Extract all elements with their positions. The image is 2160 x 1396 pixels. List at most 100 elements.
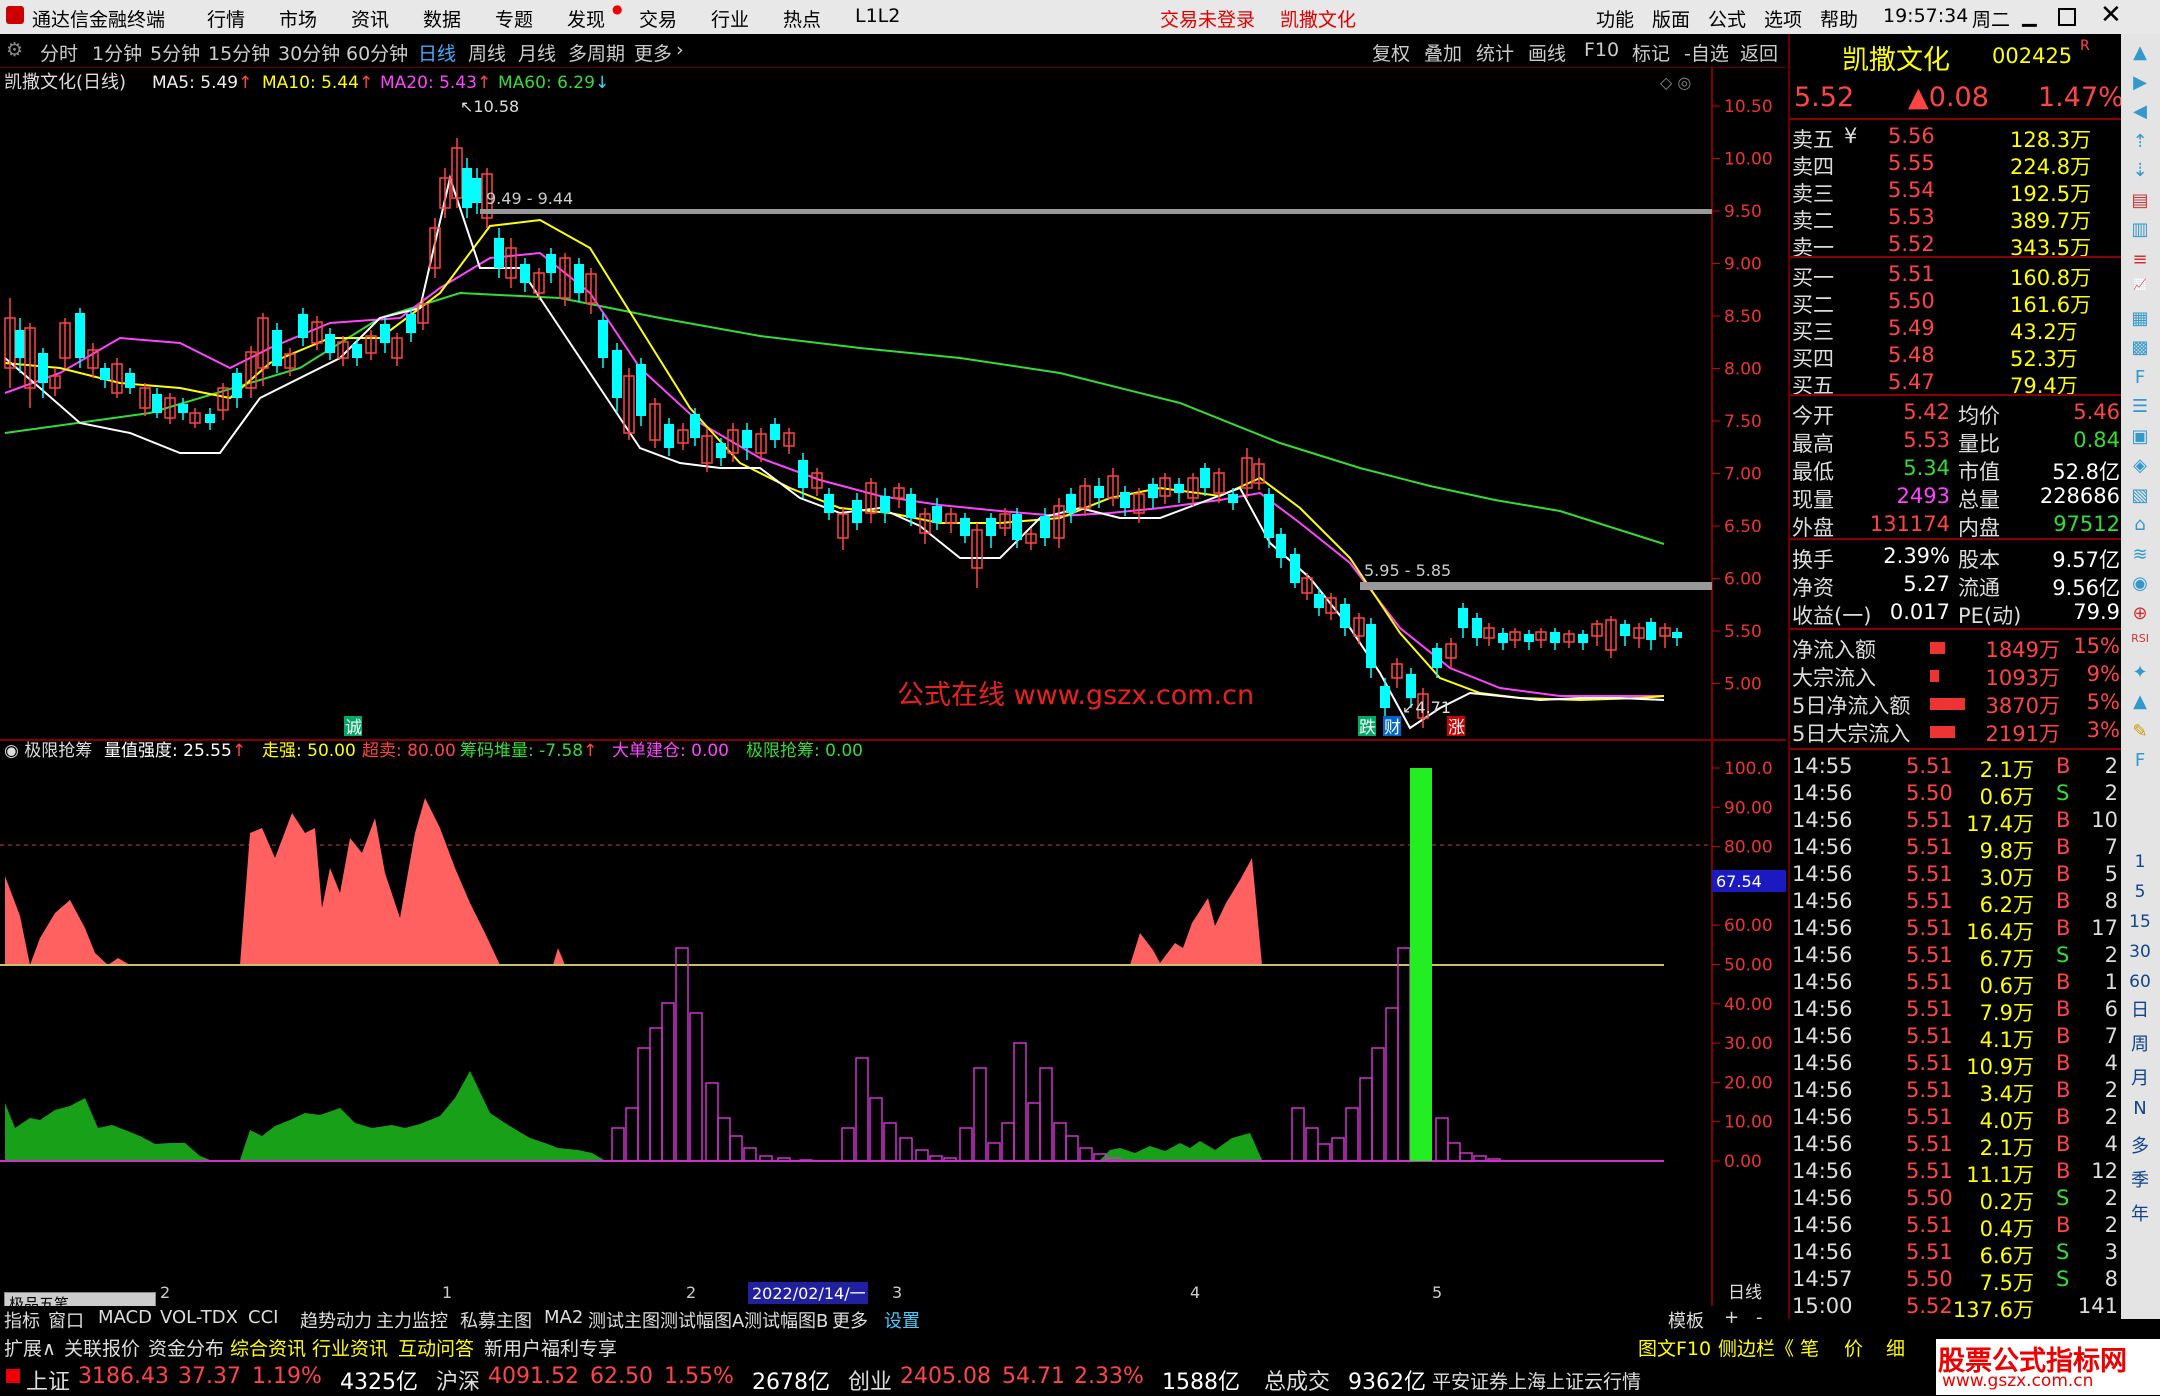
- minimize-icon[interactable]: ▁: [2022, 5, 2037, 27]
- info-tab[interactable]: 行业资讯: [312, 1334, 388, 1361]
- side-tool-icon[interactable]: F: [2125, 367, 2155, 388]
- indicator-tab[interactable]: 主力监控: [376, 1307, 448, 1333]
- indicator-tab[interactable]: 更多: [832, 1307, 868, 1333]
- side-tool-icon[interactable]: ☰: [2125, 396, 2155, 417]
- menu-item-l1l2[interactable]: L1L2: [855, 5, 900, 27]
- side-period-label[interactable]: 周: [2125, 1030, 2155, 1056]
- settings-gear-icon[interactable]: ⚙: [6, 39, 23, 61]
- tool-stats[interactable]: 统计: [1476, 39, 1514, 66]
- tick-row[interactable]: 14:56 5.51 6.2万 B 8: [1790, 889, 2123, 917]
- info-tab-right[interactable]: 侧边栏《: [1718, 1334, 1794, 1361]
- fundamental-row[interactable]: 收益(一) 0.017 PE(动) 79.9: [1790, 600, 2123, 628]
- flow-row[interactable]: 净流入额 1849万 15%: [1790, 634, 2123, 662]
- ask-row[interactable]: 卖五 ¥5.56 128.3万: [1790, 124, 2123, 152]
- index-sh-name[interactable]: 上证: [26, 1364, 70, 1396]
- info-tab[interactable]: 扩展∧: [4, 1334, 56, 1361]
- side-tool-icon[interactable]: ▶: [2125, 72, 2155, 93]
- menu-item-layout[interactable]: 版面: [1652, 5, 1690, 32]
- side-tool-icon[interactable]: ≋: [2125, 544, 2155, 565]
- side-tool-icon[interactable]: ≡: [2125, 249, 2155, 270]
- menu-item-topics[interactable]: 专题: [495, 5, 533, 32]
- period-60min[interactable]: 60分钟: [346, 39, 408, 66]
- fundamental-row[interactable]: 净资 5.27 流通 9.56亿: [1790, 572, 2123, 600]
- info-tab[interactable]: 新用户福利专享: [484, 1334, 617, 1361]
- tick-row[interactable]: 14:56 5.50 0.6万 S 2: [1790, 781, 2123, 809]
- menu-item-industry[interactable]: 行业: [711, 5, 749, 32]
- stat-row[interactable]: 现量 2493 总量 228686: [1790, 484, 2123, 512]
- bid-row[interactable]: 买四 5.48 52.3万: [1790, 343, 2123, 371]
- info-tab[interactable]: 综合资讯: [230, 1334, 306, 1361]
- ask-row[interactable]: 卖三 5.54 192.5万: [1790, 178, 2123, 206]
- indicator-tab[interactable]: VOL-TDX: [160, 1307, 238, 1328]
- tick-row[interactable]: 14:56 5.51 4.1万 B 7: [1790, 1024, 2123, 1052]
- side-tool-icon[interactable]: ◉: [2125, 573, 2155, 594]
- tick-row[interactable]: 14:56 5.51 2.1万 B 4: [1790, 1132, 2123, 1160]
- indicator-tab[interactable]: MA2: [544, 1307, 583, 1328]
- side-period-label[interactable]: N: [2125, 1098, 2155, 1119]
- chart-options-icon[interactable]: ◇ ◎: [1660, 73, 1691, 92]
- stat-row[interactable]: 外盘 131174 内盘 97512: [1790, 512, 2123, 540]
- tool-overlay[interactable]: 叠加: [1424, 39, 1462, 66]
- bid-row[interactable]: 买二 5.50 161.6万: [1790, 289, 2123, 317]
- period-more[interactable]: 更多: [634, 39, 672, 66]
- indicator-tab[interactable]: 窗口: [48, 1307, 84, 1333]
- indicator-tab[interactable]: 指标: [4, 1307, 40, 1333]
- flow-row[interactable]: 5日净流入额 3870万 5%: [1790, 690, 2123, 718]
- tick-row[interactable]: 14:56 5.51 16.4万 B 17: [1790, 916, 2123, 944]
- menu-item-hot[interactable]: 热点: [783, 5, 821, 32]
- menu-item-trade[interactable]: 交易: [639, 5, 677, 32]
- menu-item-data[interactable]: 数据: [423, 5, 461, 32]
- tick-row[interactable]: 14:57 5.50 7.5万 S 8: [1790, 1267, 2123, 1295]
- period-15min[interactable]: 15分钟: [208, 39, 270, 66]
- side-tool-icon[interactable]: 📈: [2125, 278, 2155, 291]
- menu-item-formula[interactable]: 公式: [1708, 5, 1746, 32]
- side-period-minutes[interactable]: 60: [2125, 972, 2155, 992]
- indicator-tab-control[interactable]: -: [1756, 1307, 1763, 1328]
- indicator-tab[interactable]: 测试幅图A: [660, 1307, 744, 1333]
- menu-item-help[interactable]: 帮助: [1820, 5, 1858, 32]
- side-tool-icon[interactable]: ▲: [2125, 691, 2155, 712]
- login-status[interactable]: 交易未登录: [1160, 5, 1255, 32]
- info-tab[interactable]: 资金分布: [148, 1334, 224, 1361]
- side-period-minutes[interactable]: 15: [2125, 912, 2155, 932]
- indicator-tab-control[interactable]: +: [1724, 1307, 1739, 1328]
- side-tool-icon[interactable]: ▲: [2125, 42, 2155, 63]
- info-tab[interactable]: 关联报价: [64, 1334, 140, 1361]
- info-tab[interactable]: 互动问答: [398, 1334, 474, 1361]
- side-tool-icon[interactable]: ✎: [2125, 721, 2155, 742]
- indicator-tab-control[interactable]: 模板: [1668, 1307, 1704, 1333]
- tick-row[interactable]: 14:56 5.51 9.8万 B 7: [1790, 835, 2123, 863]
- menu-item-function[interactable]: 功能: [1596, 5, 1634, 32]
- menu-item-market[interactable]: 市场: [279, 5, 317, 32]
- indicator-tab[interactable]: 私募主图: [460, 1307, 532, 1333]
- info-tab-right[interactable]: 笔: [1800, 1334, 1819, 1361]
- tick-row[interactable]: 14:56 5.51 17.4万 B 10: [1790, 808, 2123, 836]
- tool-adjust[interactable]: 复权: [1372, 39, 1410, 66]
- side-tool-icon[interactable]: ▩: [2125, 337, 2155, 358]
- bid-row[interactable]: 买五 5.47 79.4万: [1790, 370, 2123, 398]
- indicator-tab[interactable]: 设置: [884, 1307, 920, 1333]
- side-tool-icon[interactable]: F: [2125, 750, 2155, 771]
- tick-row[interactable]: 14:56 5.51 10.9万 B 4: [1790, 1051, 2123, 1079]
- side-tool-icon[interactable]: RSI: [2125, 632, 2155, 645]
- side-tool-icon[interactable]: ⊕: [2125, 603, 2155, 624]
- tick-row[interactable]: 14:56 5.51 7.9万 B 6: [1790, 997, 2123, 1025]
- ask-row[interactable]: 卖二 5.53 389.7万: [1790, 205, 2123, 233]
- side-tool-icon[interactable]: ◀: [2125, 101, 2155, 122]
- indicator-tab[interactable]: 趋势动力: [300, 1307, 372, 1333]
- index-hs-name[interactable]: 沪深: [436, 1364, 480, 1396]
- tool-watchlist[interactable]: -自选: [1684, 39, 1729, 66]
- side-period-label[interactable]: 月: [2125, 1064, 2155, 1090]
- indicator-tab[interactable]: 测试主图: [588, 1307, 660, 1333]
- side-period-label[interactable]: 季: [2125, 1166, 2155, 1192]
- flow-row[interactable]: 大宗流入 1093万 9%: [1790, 662, 2123, 690]
- side-period-minutes[interactable]: 1: [2125, 852, 2155, 872]
- side-tool-icon[interactable]: ⌂: [2125, 514, 2155, 535]
- stat-row[interactable]: 最低 5.34 市值 52.8亿: [1790, 456, 2123, 484]
- side-tool-icon[interactable]: ▣: [2125, 426, 2155, 447]
- maximize-icon[interactable]: [2058, 8, 2076, 26]
- side-tool-icon[interactable]: ✦: [2125, 662, 2155, 683]
- tick-row[interactable]: 14:56 5.50 0.2万 S 2: [1790, 1186, 2123, 1214]
- tick-row[interactable]: 14:56 5.51 3.4万 B 2: [1790, 1078, 2123, 1106]
- info-tab-right[interactable]: 价: [1844, 1334, 1863, 1361]
